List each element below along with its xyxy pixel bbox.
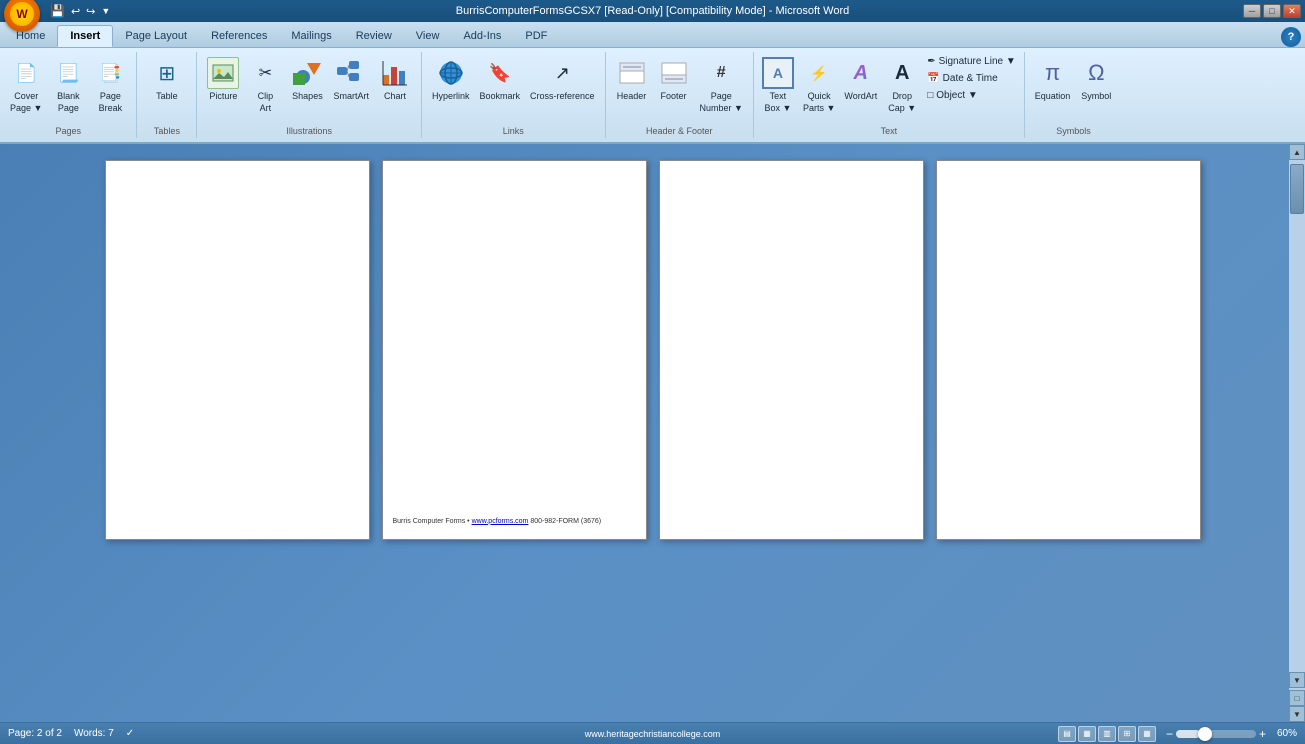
ribbon-group-illustrations: Picture ✂ ClipArt Shapes SmartArt: [197, 52, 422, 138]
website-text: www.heritagechristiancollege.com: [585, 729, 721, 739]
picture-button[interactable]: Picture: [203, 54, 243, 104]
zoom-in-button[interactable]: +: [1259, 727, 1266, 741]
text-group-label: Text: [754, 126, 1024, 136]
close-button[interactable]: ✕: [1283, 4, 1301, 18]
status-bar: Page: 2 of 2 Words: 7 ✓ www.heritagechri…: [0, 722, 1305, 744]
symbol-button[interactable]: Ω Symbol: [1076, 54, 1116, 104]
tab-add-ins[interactable]: Add-Ins: [451, 25, 513, 47]
scrollbar-vertical[interactable]: ▲ ▼ □ ▼: [1289, 144, 1305, 722]
hyperlink-button[interactable]: Hyperlink: [428, 54, 474, 104]
footer-button[interactable]: Footer: [654, 54, 694, 104]
ribbon-tabs: Home Insert Page Layout References Maili…: [0, 22, 1305, 48]
equation-button[interactable]: π Equation: [1031, 54, 1075, 104]
spell-check-icon[interactable]: ✓: [126, 728, 134, 739]
shapes-button[interactable]: Shapes: [287, 54, 327, 104]
tab-mailings[interactable]: Mailings: [279, 25, 343, 47]
maximize-button[interactable]: □: [1263, 4, 1281, 18]
pages-group-label: Pages: [0, 126, 136, 136]
header-footer-group-label: Header & Footer: [606, 126, 753, 136]
tab-pdf[interactable]: PDF: [513, 25, 559, 47]
document-page-3: [659, 160, 924, 540]
tab-view[interactable]: View: [404, 25, 452, 47]
view-fullscreen-button[interactable]: ▦: [1078, 726, 1096, 742]
status-left: Page: 2 of 2 Words: 7 ✓ www.heritagechri…: [8, 728, 134, 739]
scroll-resize-2[interactable]: ▼: [1289, 706, 1305, 722]
drop-cap-button[interactable]: A DropCap ▼: [882, 54, 922, 116]
view-web-button[interactable]: ▥: [1098, 726, 1116, 742]
tables-group-label: Tables: [137, 126, 196, 136]
ribbon-group-text: A TextBox ▼ ⚡ QuickParts ▼ A WordArt A D…: [754, 52, 1025, 138]
zoom-level[interactable]: 60%: [1269, 728, 1297, 739]
header-button[interactable]: Header: [612, 54, 652, 104]
undo-icon[interactable]: ↩: [71, 5, 80, 18]
ribbon-group-links: Hyperlink 🔖 Bookmark ↗ Cross-reference L…: [422, 52, 606, 138]
clip-art-button[interactable]: ✂ ClipArt: [245, 54, 285, 116]
view-draft-button[interactable]: ▦: [1138, 726, 1156, 742]
date-time-button[interactable]: 📅 Date & Time: [923, 71, 1020, 86]
help-icon[interactable]: ?: [1281, 27, 1301, 47]
cross-reference-button[interactable]: ↗ Cross-reference: [526, 54, 599, 104]
wordart-button[interactable]: A WordArt: [840, 54, 881, 104]
view-outline-button[interactable]: ⊞: [1118, 726, 1136, 742]
signature-line-button[interactable]: ✒ Signature Line ▼: [923, 54, 1020, 69]
symbols-group-label: Symbols: [1025, 126, 1123, 136]
document-page-2: Burris Computer Forms • www.pcforms.com …: [382, 160, 647, 540]
page-break-button[interactable]: 📑 PageBreak: [90, 54, 130, 116]
tab-review[interactable]: Review: [344, 25, 404, 47]
view-buttons: ▤ ▦ ▥ ⊞ ▦: [1058, 726, 1156, 742]
quick-parts-button[interactable]: ⚡ QuickParts ▼: [799, 54, 839, 116]
table-button[interactable]: ⊞ Table: [147, 54, 187, 104]
ribbon-group-header-footer: Header Footer # PageNumber ▼ Header & Fo…: [606, 52, 754, 138]
zoom-out-button[interactable]: −: [1166, 727, 1173, 741]
page-number-button[interactable]: # PageNumber ▼: [696, 54, 747, 116]
illustrations-group-label: Illustrations: [197, 126, 421, 136]
zoom-controls: − + 60%: [1166, 727, 1297, 741]
view-print-button[interactable]: ▤: [1058, 726, 1076, 742]
save-icon[interactable]: 💾: [50, 4, 65, 18]
page-footer-text: Burris Computer Forms • www.pcforms.com …: [393, 517, 602, 528]
page-indicator: Page: 2 of 2: [8, 728, 62, 739]
ribbon-group-symbols: π Equation Ω Symbol Symbols: [1025, 52, 1123, 138]
blank-page-button[interactable]: 📃 BlankPage: [48, 54, 88, 116]
document-page-1: [105, 160, 370, 540]
tab-references[interactable]: References: [199, 25, 279, 47]
ribbon-group-tables: ⊞ Table Tables: [137, 52, 197, 138]
scroll-resize-1[interactable]: □: [1289, 690, 1305, 706]
scroll-thumb[interactable]: [1290, 164, 1304, 214]
ribbon-group-pages: 📄 CoverPage ▼ 📃 BlankPage 📑 PageBreak Pa…: [0, 52, 137, 138]
status-right: ▤ ▦ ▥ ⊞ ▦ − + 60%: [1058, 726, 1297, 742]
bookmark-button[interactable]: 🔖 Bookmark: [475, 54, 524, 104]
ribbon: 📄 CoverPage ▼ 📃 BlankPage 📑 PageBreak Pa…: [0, 48, 1305, 144]
smartart-button[interactable]: SmartArt: [329, 54, 373, 104]
tab-page-layout[interactable]: Page Layout: [113, 25, 199, 47]
minimize-button[interactable]: ─: [1243, 4, 1261, 18]
window-controls: ─ □ ✕: [1243, 4, 1301, 18]
title-bar: 💾 ↩ ↪ ▼ BurrisComputerFormsGCSX7 [Read-O…: [0, 0, 1305, 22]
redo-icon[interactable]: ↪: [86, 5, 95, 18]
title-text: BurrisComputerFormsGCSX7 [Read-Only] [Co…: [0, 5, 1305, 17]
tab-insert[interactable]: Insert: [57, 25, 113, 47]
pages-container: Burris Computer Forms • www.pcforms.com …: [105, 160, 1201, 540]
word-count: Words: 7: [74, 728, 114, 739]
cover-page-button[interactable]: 📄 CoverPage ▼: [6, 54, 46, 116]
links-group-label: Links: [422, 126, 605, 136]
qa-dropdown-icon[interactable]: ▼: [101, 6, 110, 16]
scroll-up-button[interactable]: ▲: [1289, 144, 1305, 160]
document-page-4: [936, 160, 1201, 540]
scroll-down-button[interactable]: ▼: [1289, 672, 1305, 688]
text-box-button[interactable]: A TextBox ▼: [758, 54, 798, 116]
object-button[interactable]: □ Object ▼: [923, 88, 1020, 103]
document-area: ▲ ▼ □ ▼ Burris Computer Forms • www.pcfo…: [0, 144, 1305, 722]
chart-button[interactable]: Chart: [375, 54, 415, 104]
zoom-slider[interactable]: [1176, 730, 1256, 738]
quick-access-bar: 💾 ↩ ↪ ▼: [50, 4, 110, 18]
